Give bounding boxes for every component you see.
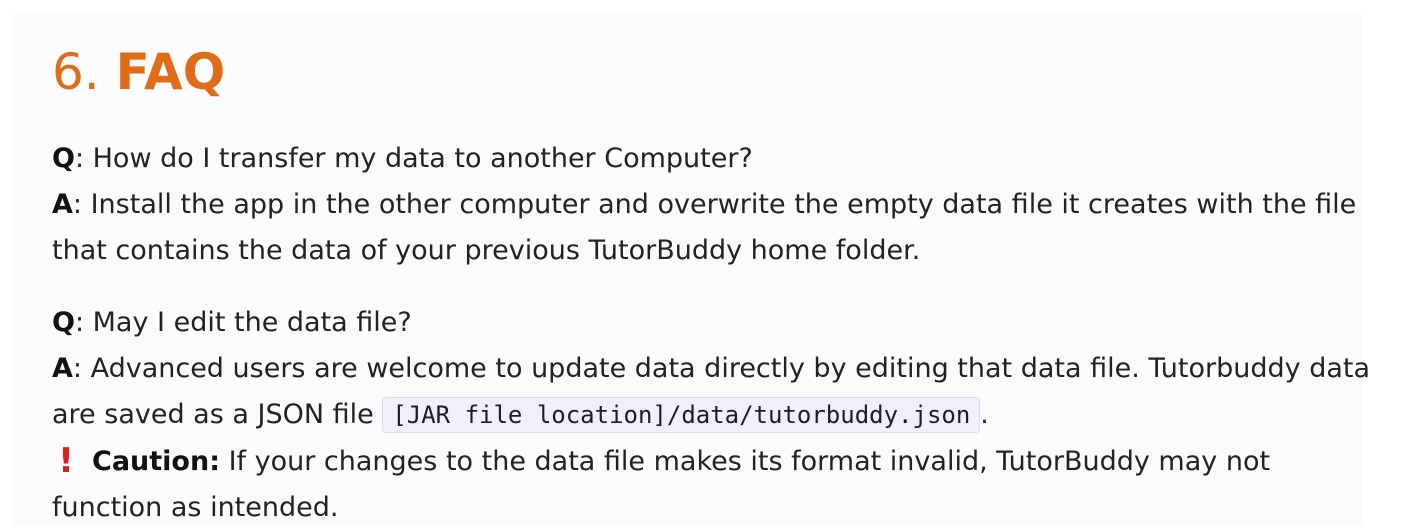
caution-label: Caution: <box>92 446 220 477</box>
question-key: Q <box>52 143 75 174</box>
faq-item-edit-data: Q: May I edit the data file? A: Advanced… <box>52 300 1370 531</box>
answer-key: A <box>52 353 73 384</box>
caution-text: If your changes to the data file makes i… <box>220 446 1271 477</box>
question-text: : How do I transfer my data to another C… <box>74 143 753 174</box>
answer-text-prefix: are saved as a JSON file <box>52 399 383 430</box>
faq-answer-line: A: Advanced users are welcome to update … <box>52 346 1370 392</box>
data-file-path-code: [JAR file location]/data/tutorbuddy.json <box>382 397 981 433</box>
question-text: : May I edit the data file? <box>74 307 412 338</box>
question-key: Q <box>52 307 75 338</box>
caution-text-line-2: function as intended. <box>52 492 339 523</box>
section-number: 6. <box>52 43 100 101</box>
faq-panel: 6. FAQ Q: How do I transfer my data to a… <box>12 14 1370 526</box>
faq-answer-line: A: Install the app in the other computer… <box>52 182 1356 228</box>
section-heading: 6. FAQ <box>52 44 225 100</box>
answer-text: : Advanced users are welcome to update d… <box>72 353 1371 384</box>
caution-line: ! Caution: If your changes to the data fi… <box>52 438 1352 485</box>
faq-item-transfer: Q: How do I transfer my data to another … <box>52 136 1356 274</box>
exclamation-icon: ! <box>58 441 74 481</box>
answer-key: A <box>52 189 73 220</box>
answer-text-suffix: . <box>980 399 989 430</box>
faq-answer-line-2: are saved as a JSON file [JAR file locat… <box>52 392 1352 438</box>
section-title: FAQ <box>115 43 226 101</box>
faq-question: Q: How do I transfer my data to another … <box>52 136 1352 182</box>
faq-question: Q: May I edit the data file? <box>52 300 1352 346</box>
faq-answer-line-2: that contains the data of your previous … <box>52 235 921 266</box>
answer-text: : Install the app in the other computer … <box>72 189 1357 220</box>
